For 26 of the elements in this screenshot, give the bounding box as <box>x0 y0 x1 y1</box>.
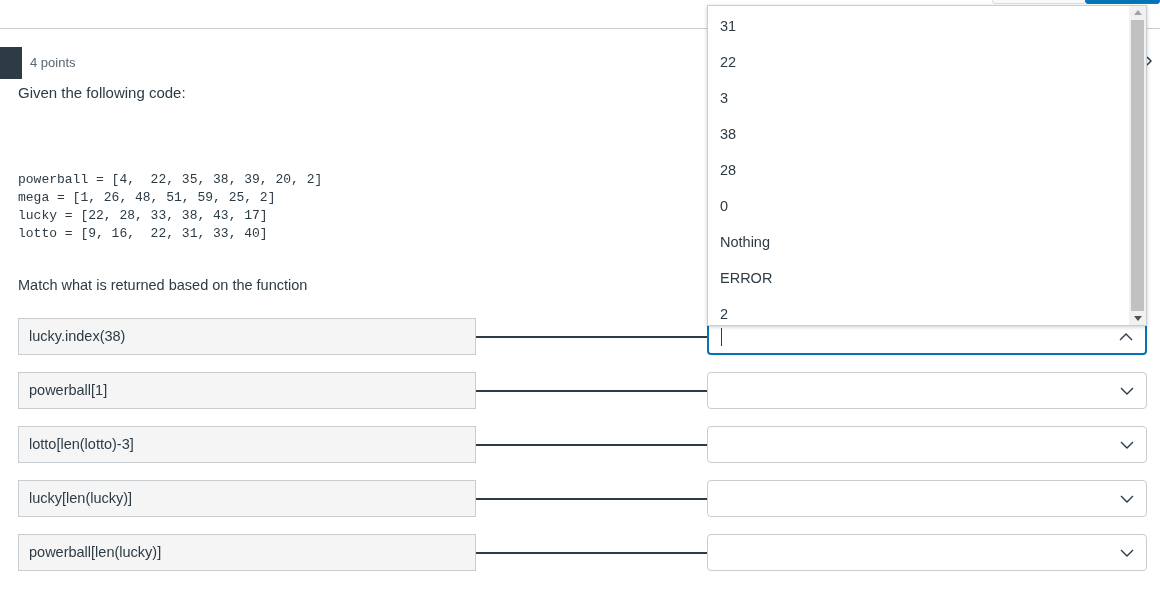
question-number-badge <box>0 47 22 79</box>
question-prompt: Given the following code: <box>18 83 186 103</box>
scrollbar[interactable] <box>1129 6 1146 325</box>
dropdown-option[interactable]: 22 <box>708 44 1129 80</box>
dropdown-option[interactable]: 2 <box>708 296 1129 332</box>
match-prompt: lucky[len(lucky)] <box>18 480 476 518</box>
dropdown-option[interactable]: 3 <box>708 80 1129 116</box>
dropdown-option[interactable]: 0 <box>708 188 1129 224</box>
match-prompt: powerball[1] <box>18 372 476 410</box>
dropdown-option[interactable]: 31 <box>708 8 1129 44</box>
chevron-up-icon <box>1119 332 1133 341</box>
match-prompt: powerball[len(lucky)] <box>18 534 476 572</box>
code-text: powerball = [4, 22, 35, 38, 39, 20, 2] mega = [1, 26, 48, 51, 59, 25, 2] lucky = [22, 28, 33, 38, 43, 17] lotto = [9, 16, 22, 31, 33, 40] <box>18 170 323 243</box>
dropdown-option[interactable]: 28 <box>708 152 1129 188</box>
chevron-down-icon <box>1120 494 1134 503</box>
chevron-down-icon <box>1120 386 1134 395</box>
instruction-text: Match what is returned based on the function <box>18 275 308 295</box>
dropdown-option[interactable]: ERROR <box>708 260 1129 296</box>
chevron-down-icon <box>1120 440 1134 449</box>
chevron-icon <box>1146 56 1152 66</box>
match-prompt: lotto[len(lotto)-3] <box>18 426 476 464</box>
dropdown-option[interactable]: 38 <box>708 116 1129 152</box>
chevron-down-icon <box>1120 548 1134 557</box>
match-prompt: lucky.index(38) <box>18 318 476 356</box>
dropdown-option[interactable]: Nothing <box>708 224 1129 260</box>
points-label: 4 points <box>30 54 76 73</box>
